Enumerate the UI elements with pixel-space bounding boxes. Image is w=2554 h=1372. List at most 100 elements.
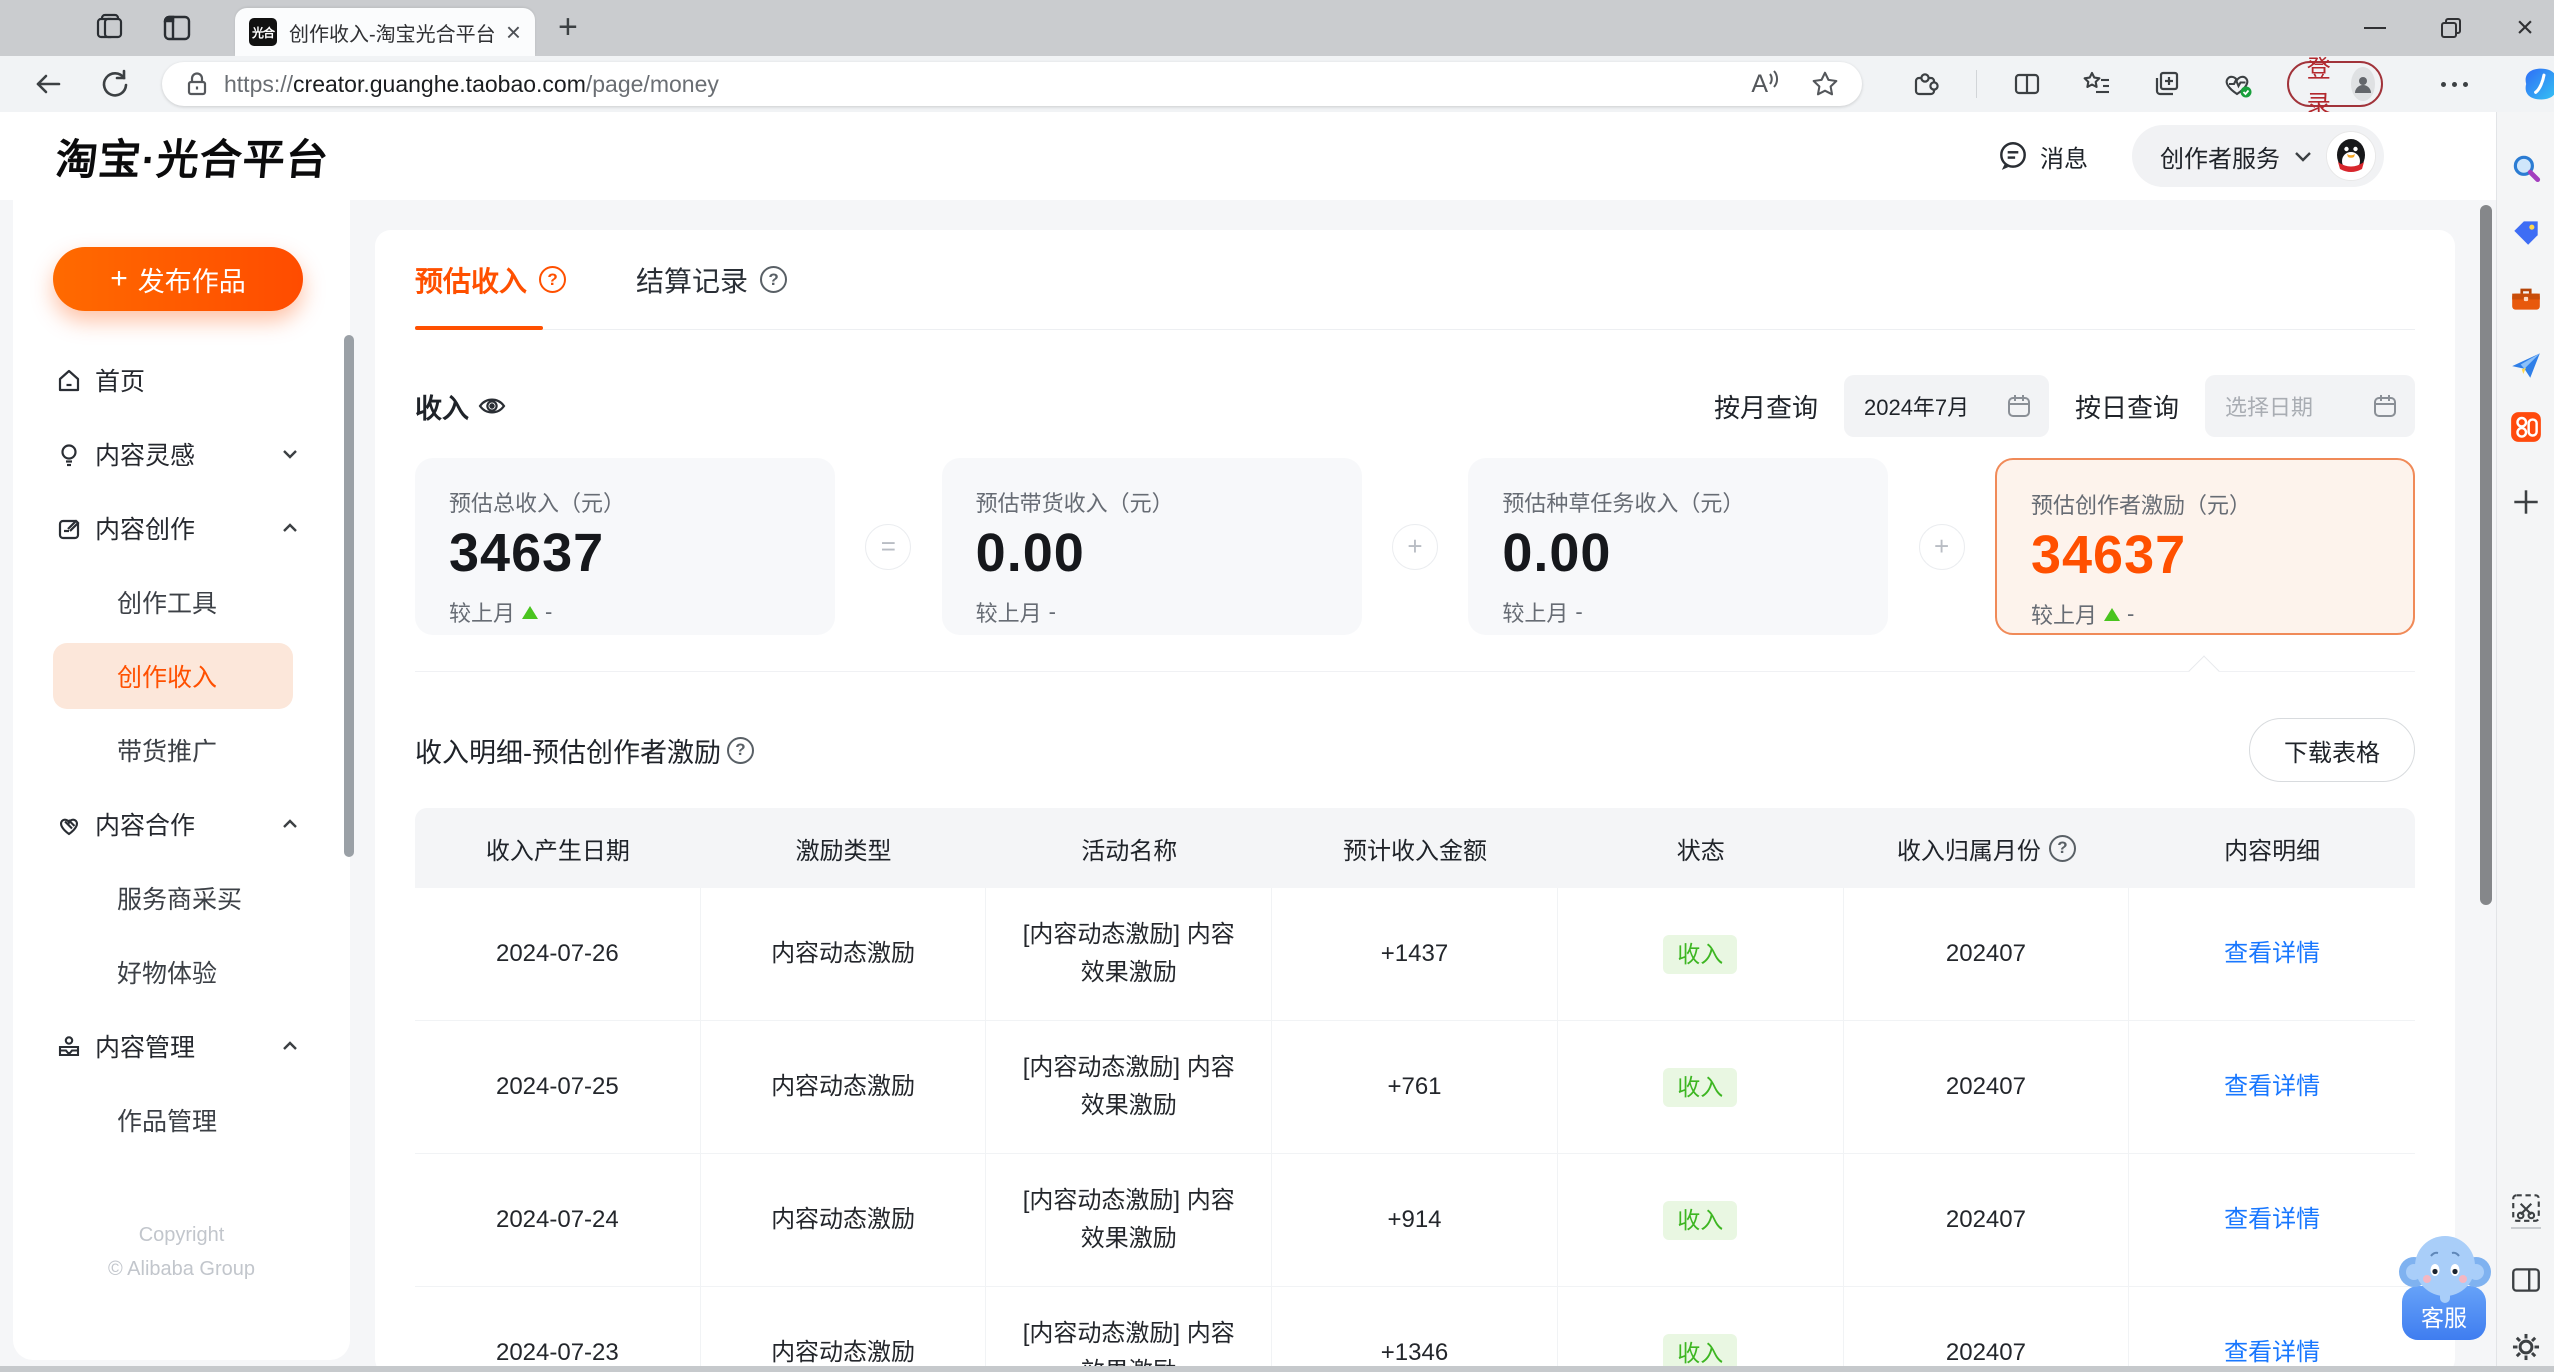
section-divider [415,655,2415,687]
read-aloud-icon[interactable]: A [1751,70,1780,99]
plus-icon: + [110,262,128,295]
sidebar-item-home[interactable]: 首页 [13,343,350,417]
screen: 光合 创作收入-淘宝光合平台 × + × https://creator.gua… [0,0,2554,1372]
kuaishou-icon[interactable] [2509,410,2543,444]
close-icon[interactable]: × [2502,0,2548,56]
eye-icon[interactable] [477,392,507,420]
chevron-up-icon [282,1041,298,1051]
favorite-star-icon[interactable] [1810,69,1840,99]
chevron-up-icon [282,523,298,533]
plus-operator: + [1918,523,1965,570]
site-header: 淘宝·光合平台 消息 创作者服务 [0,112,2496,200]
login-button[interactable]: 登录 [2286,56,2383,118]
settings-gear-icon[interactable] [2509,1330,2543,1364]
table-row: 2024-07-23 内容动态激励 [内容动态激励] 内容效果激励 +1346 … [415,1287,2415,1366]
income-filter-row: 收入 按月查询 2024年7月 按日查询 选择日期 [415,374,2415,438]
compose-icon [56,515,82,542]
sidebar-item-creation-tools[interactable]: 创作工具 [13,565,350,639]
copilot-icon[interactable] [2522,65,2554,103]
vertical-tabs-icon[interactable] [160,11,194,45]
browser-tab-strip: 光合 创作收入-淘宝光合平台 × + × [0,0,2554,56]
restore-icon[interactable] [2428,0,2474,56]
collections-icon[interactable] [2147,64,2187,104]
sidebar-item-promotion[interactable]: 带货推广 [13,713,350,787]
sidebar-item-inspiration[interactable]: 内容灵感 [13,417,350,491]
help-icon[interactable]: ? [727,736,754,764]
chevron-down-icon [2295,151,2311,162]
search-icon[interactable] [2509,152,2543,186]
browser-essentials-icon[interactable] [2217,64,2257,104]
date-picker-input[interactable]: 选择日期 [2205,375,2415,437]
favorites-bar-icon[interactable] [2077,64,2117,104]
tab-estimated-income[interactable]: 预估收入 ? [415,230,567,330]
more-menu-icon[interactable] [2441,81,2468,87]
add-icon[interactable] [2509,485,2543,519]
minimize-icon[interactable] [2352,0,2398,56]
split-screen-icon[interactable] [2007,64,2047,104]
day-query-label: 按日查询 [2074,392,2179,423]
view-details-link[interactable]: 查看详情 [2224,1068,2320,1106]
tab-settlement-records[interactable]: 结算记录 ? [636,230,788,330]
sidebar-item-cooperation[interactable]: 内容合作 [13,787,350,861]
shopping-tag-icon[interactable] [2509,216,2543,250]
customer-service-button[interactable]: 客服 [2398,1228,2492,1344]
sidebar-item-label: 内容灵感 [95,442,196,470]
page-scrollbar[interactable] [2480,205,2492,905]
month-picker-input[interactable]: 2024年7月 [1843,375,2049,437]
profile-avatar-icon [2350,67,2375,101]
lock-icon[interactable] [184,70,210,98]
messages-button[interactable]: 消息 [1996,139,2088,174]
trend-up-icon [522,605,539,619]
sidebar-item-works-management[interactable]: 作品管理 [13,1083,350,1157]
status-badge: 收入 [1663,1067,1738,1107]
help-icon[interactable]: ? [2048,834,2076,862]
creator-service-label: 创作者服务 [2160,145,2280,173]
stat-cards: 预估总收入（元） 34637 较上月 - = 预估带货收入（元） 0.00 较上月… [415,458,2415,635]
back-icon[interactable] [28,64,68,104]
equals-operator: = [865,523,912,570]
site-logo[interactable]: 淘宝·光合平台 [53,126,331,187]
window-bottom-edge [0,1366,2554,1372]
toolbox-icon[interactable] [2509,283,2543,317]
plus-operator: + [1391,523,1438,570]
creator-service-dropdown[interactable]: 创作者服务 [2132,125,2384,187]
site-favicon: 光合 [249,18,277,46]
help-icon[interactable]: ? [539,266,567,293]
screenshot-icon[interactable] [2509,1191,2543,1225]
download-table-button[interactable]: 下载表格 [2249,718,2415,782]
sidebar-item-product-trial[interactable]: 好物体验 [13,935,350,1009]
login-label: 登录 [2306,56,2331,118]
toolbar-divider [1976,70,1977,98]
sidebar-item-creation-income[interactable]: 创作收入 [53,643,293,709]
sidebar-toggle-icon[interactable] [2509,1263,2543,1297]
refresh-icon[interactable] [94,64,134,104]
tab-close-icon[interactable]: × [506,19,521,45]
trend-up-icon [2103,607,2120,621]
sidebar-item-label: 内容管理 [95,1034,196,1062]
sidebar-item-content-management[interactable]: 内容管理 [13,1009,350,1083]
sidebar-item-creation[interactable]: 内容创作 [13,491,350,565]
new-tab-icon[interactable]: + [558,8,578,47]
stat-card-creator-incentive[interactable]: 预估创作者激励（元） 34637 较上月 - [1994,458,2415,635]
calendar-icon [2007,395,2030,417]
sidebar-item-label: 内容合作 [95,812,196,840]
home-icon [56,367,82,394]
view-details-link[interactable]: 查看详情 [2224,1334,2320,1366]
extensions-icon[interactable] [1906,64,1946,104]
send-plane-icon[interactable] [2509,348,2543,382]
browser-toolbar: https://creator.guanghe.taobao.com/page/… [0,56,2554,118]
income-tabs: 预估收入 ? 结算记录 ? [415,230,2415,330]
help-icon[interactable]: ? [760,266,788,293]
view-details-link[interactable]: 查看详情 [2224,935,2320,973]
income-table: 收入产生日期 激励类型 活动名称 预计收入金额 状态 收入归属月份? 内容明细 … [415,808,2415,1366]
workspaces-icon[interactable] [92,11,126,45]
address-bar[interactable]: https://creator.guanghe.taobao.com/page/… [162,62,1862,106]
view-details-link[interactable]: 查看详情 [2224,1201,2320,1239]
sidebar-scrollbar[interactable] [344,335,354,857]
publish-button[interactable]: + 发布作品 [53,247,303,311]
chevron-up-icon [282,819,298,829]
user-avatar[interactable] [2326,131,2376,181]
browser-tab[interactable]: 光合 创作收入-淘宝光合平台 × [235,8,535,56]
sidebar-item-service-purchase[interactable]: 服务商采买 [13,861,350,935]
sidebar-nav: 首页 内容灵感 内容创作 创作工具 创作收入 带货推广 内容合作 服务商采买 好… [13,343,350,1157]
